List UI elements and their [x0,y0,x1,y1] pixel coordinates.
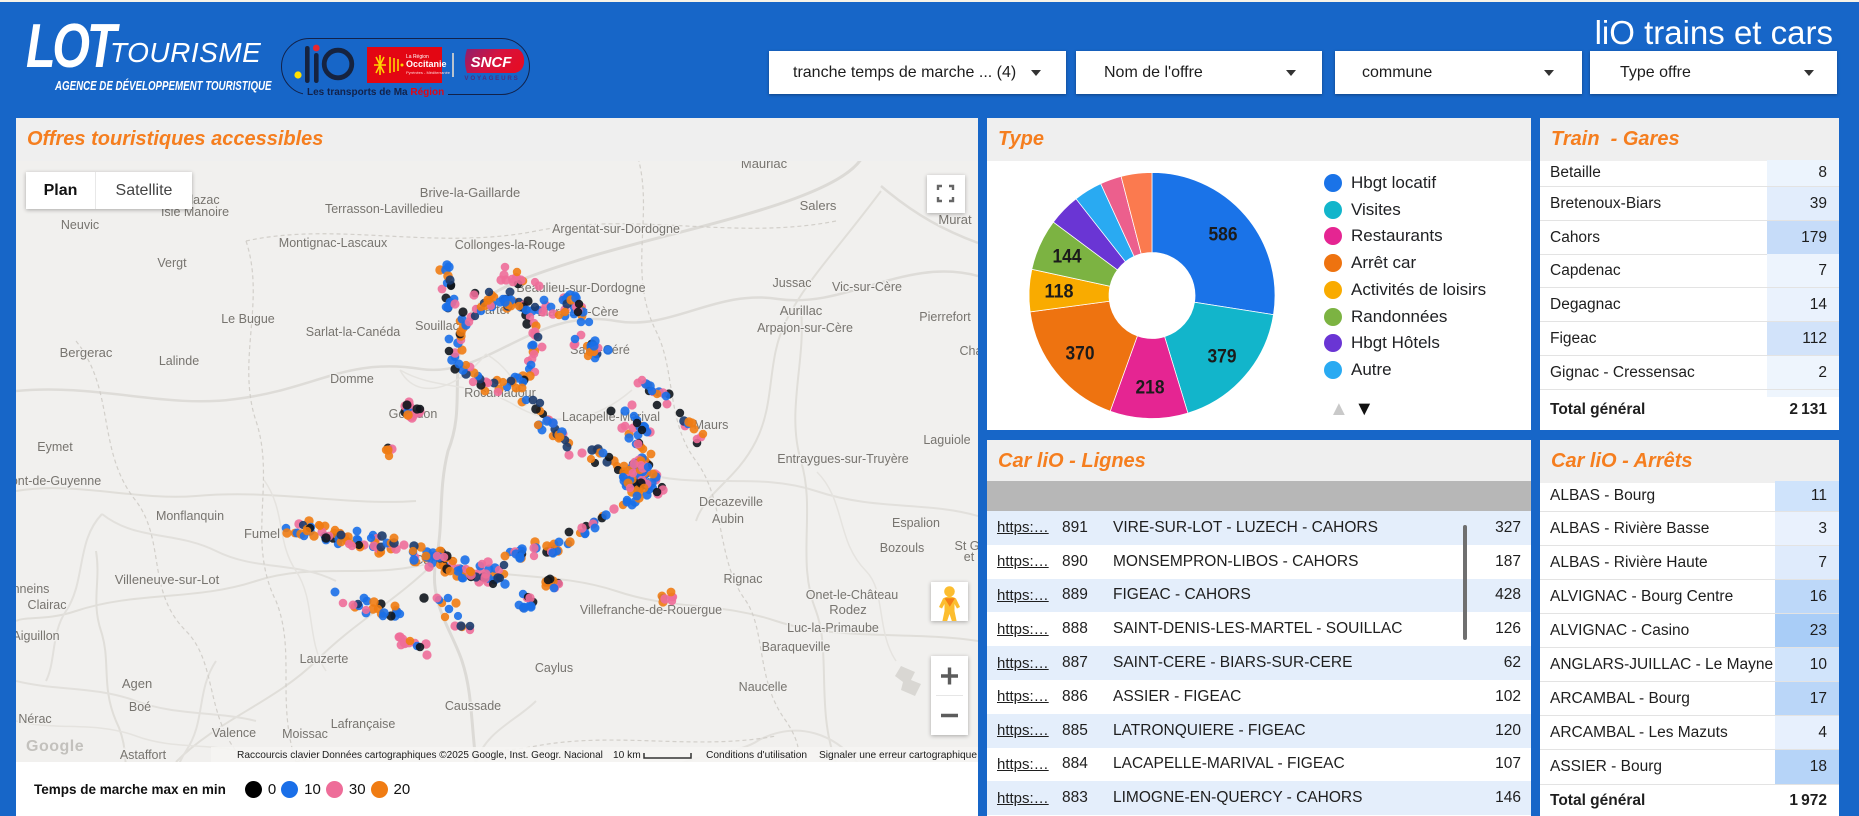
svg-text:Lafrançaise: Lafrançaise [331,717,396,731]
svg-text:Montignac-Lascaux: Montignac-Lascaux [279,236,388,250]
svg-text:144: 144 [1053,247,1082,268]
svg-text:Pyrénées - Méditerranée: Pyrénées - Méditerranée [406,70,451,75]
svg-text:Rignac: Rignac [724,572,763,586]
svg-text:Aiguillon: Aiguillon [16,629,60,643]
svg-text:VOYAGEURS: VOYAGEURS [464,75,519,82]
svg-text:Brive-la-Gaillarde: Brive-la-Gaillarde [420,185,520,200]
svg-text:Villeneuve-sur-Lot: Villeneuve-sur-Lot [115,572,220,587]
svg-text:Villefranche-de-Rouergue: Villefranche-de-Rouergue [580,603,722,617]
svg-text:379: 379 [1208,347,1237,368]
svg-text:Decazeville: Decazeville [699,495,763,509]
svg-text:10 km: 10 km [613,750,641,761]
svg-text:Bergerac: Bergerac [60,345,113,360]
svg-text:Clairac: Clairac [28,598,67,612]
svg-text:Signaler une erreur cartograph: Signaler une erreur cartographique [819,750,977,761]
svg-text:218: 218 [1136,378,1165,399]
svg-text:ont-de-Guyenne: ont-de-Guyenne [16,474,101,488]
svg-text:Astaffort: Astaffort [120,748,167,762]
svg-text:Boé: Boé [129,700,151,714]
svg-text:Lauzerte: Lauzerte [300,652,349,666]
svg-text:370: 370 [1066,344,1095,365]
svg-text:Collonges-la-Rouge: Collonges-la-Rouge [455,238,566,252]
svg-text:Lalinde: Lalinde [159,354,199,368]
svg-text:Jussac: Jussac [773,276,812,290]
svg-text:Luc-la-Primaube: Luc-la-Primaube [787,621,879,635]
svg-text:Entraygues-sur-Truyère: Entraygues-sur-Truyère [777,452,909,466]
svg-text:lazac: lazac [190,193,219,207]
svg-text:nneins: nneins [16,582,49,596]
svg-text:Conditions d'utilisation: Conditions d'utilisation [706,750,807,761]
svg-text:Neuvic: Neuvic [61,218,99,232]
svg-text:Arpajon-sur-Cère: Arpajon-sur-Cère [757,321,853,335]
svg-text:Maurs: Maurs [694,418,729,432]
svg-text:Salers: Salers [800,198,837,213]
svg-text:Monflanquin: Monflanquin [156,509,224,523]
svg-text:Vic-sur-Cère: Vic-sur-Cère [832,280,902,294]
svg-text:Mauriac: Mauriac [741,161,788,171]
svg-text:Agen: Agen [122,676,152,691]
svg-text:Argentat-sur-Dordogne: Argentat-sur-Dordogne [552,222,680,236]
svg-text:Sarlat-la-Canéda: Sarlat-la-Canéda [306,325,401,339]
svg-text:Domme: Domme [330,372,374,386]
svg-text:Souillac: Souillac [415,319,459,333]
svg-text:Espalion: Espalion [892,516,940,530]
svg-text:Cha: Cha [960,344,978,358]
svg-text:Aubin: Aubin [712,512,744,526]
svg-text:SNCF: SNCF [471,54,513,71]
svg-text:Onet-le-Château: Onet-le-Château [806,588,898,602]
svg-text:Laguiole: Laguiole [923,433,970,447]
svg-text:Eymet: Eymet [37,440,73,454]
svg-text:Données cartographiques ©2025: Données cartographiques ©2025 Google, In… [322,750,603,761]
svg-text:Bozouls: Bozouls [880,541,924,555]
svg-text:Occitanie: Occitanie [406,59,447,69]
svg-text:Naucelle: Naucelle [739,680,788,694]
svg-text:Murat: Murat [938,212,972,227]
svg-text:Aurillac: Aurillac [780,303,823,318]
svg-text:Moissac: Moissac [282,727,328,741]
svg-text:Nérac: Nérac [18,712,51,726]
svg-text:Pierrefort: Pierrefort [919,310,971,324]
svg-text:Caylus: Caylus [535,661,573,675]
svg-text:Le Bugue: Le Bugue [221,312,275,326]
svg-text:Valence: Valence [212,726,256,740]
svg-text:Vergt: Vergt [157,256,187,270]
svg-text:118: 118 [1045,282,1074,303]
svg-text:Fumel: Fumel [244,526,280,541]
svg-text:et: et [964,550,975,564]
svg-text:Rodez: Rodez [829,602,867,617]
svg-text:586: 586 [1209,225,1238,246]
svg-text:Raccourcis clavier: Raccourcis clavier [237,750,320,761]
svg-text:Baraqueville: Baraqueville [762,640,831,654]
svg-text:Terrasson-Lavilledieu: Terrasson-Lavilledieu [325,202,443,216]
svg-text:Caussade: Caussade [445,699,501,713]
svg-text:Google: Google [26,738,84,755]
